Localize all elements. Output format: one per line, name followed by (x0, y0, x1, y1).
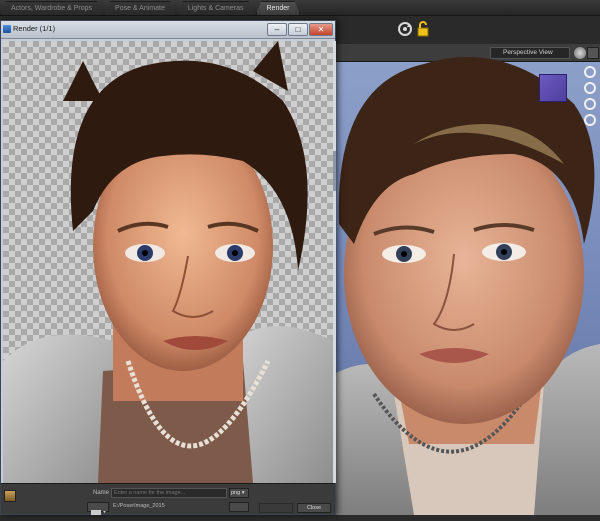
close-button[interactable]: Close (297, 503, 331, 513)
minimize-button[interactable]: – (267, 23, 287, 36)
viewport-figure-preview (334, 57, 600, 515)
close-window-button[interactable]: ✕ (309, 23, 333, 36)
render-window-title: Render (1/1) (13, 24, 56, 33)
dolly-control-icon[interactable] (584, 114, 596, 126)
folder-select-button[interactable] (87, 502, 109, 515)
render-scrollbar[interactable] (333, 41, 336, 483)
rotate-control-icon[interactable] (584, 66, 596, 78)
tab-lights-cameras[interactable]: Lights & Cameras (177, 1, 255, 15)
tab-render[interactable]: Render (256, 1, 301, 15)
render-window: Render (1/1) – □ ✕ Name Enter a name for… (0, 20, 336, 515)
zoom-control-icon[interactable] (584, 98, 596, 110)
window-app-icon (3, 25, 11, 33)
lock-icon[interactable] (414, 20, 432, 38)
pan-control-icon[interactable] (584, 82, 596, 94)
tab-actors-wardrobe-props[interactable]: Actors, Wardrobe & Props (0, 1, 103, 15)
render-scrollbar-thumb[interactable] (333, 151, 336, 191)
maximize-button[interactable]: □ (288, 23, 308, 36)
render-canvas (3, 41, 333, 483)
render-window-titlebar[interactable]: Render (1/1) – □ ✕ (1, 21, 335, 39)
name-label: Name (93, 490, 110, 496)
main-viewport[interactable]: Perspective View (334, 44, 600, 515)
rendered-image (3, 41, 333, 483)
format-select[interactable]: png ▾ (229, 488, 249, 498)
save-path: E:/PoserImage_2015 (113, 503, 165, 509)
tab-pose-animate[interactable]: Pose & Animate (104, 1, 176, 15)
library-corner-icon[interactable] (4, 490, 16, 502)
workspace-tab-bar: Actors, Wardrobe & Props Pose & Animate … (0, 0, 600, 16)
camera-orientation-cube[interactable] (539, 74, 567, 102)
render-window-footer: Name png ▾ E:/PoserImage_2015 Close (1, 483, 335, 515)
image-name-input[interactable] (111, 488, 227, 498)
browse-button[interactable] (229, 502, 249, 512)
save-button[interactable] (259, 503, 293, 513)
refresh-icon[interactable] (396, 20, 414, 38)
